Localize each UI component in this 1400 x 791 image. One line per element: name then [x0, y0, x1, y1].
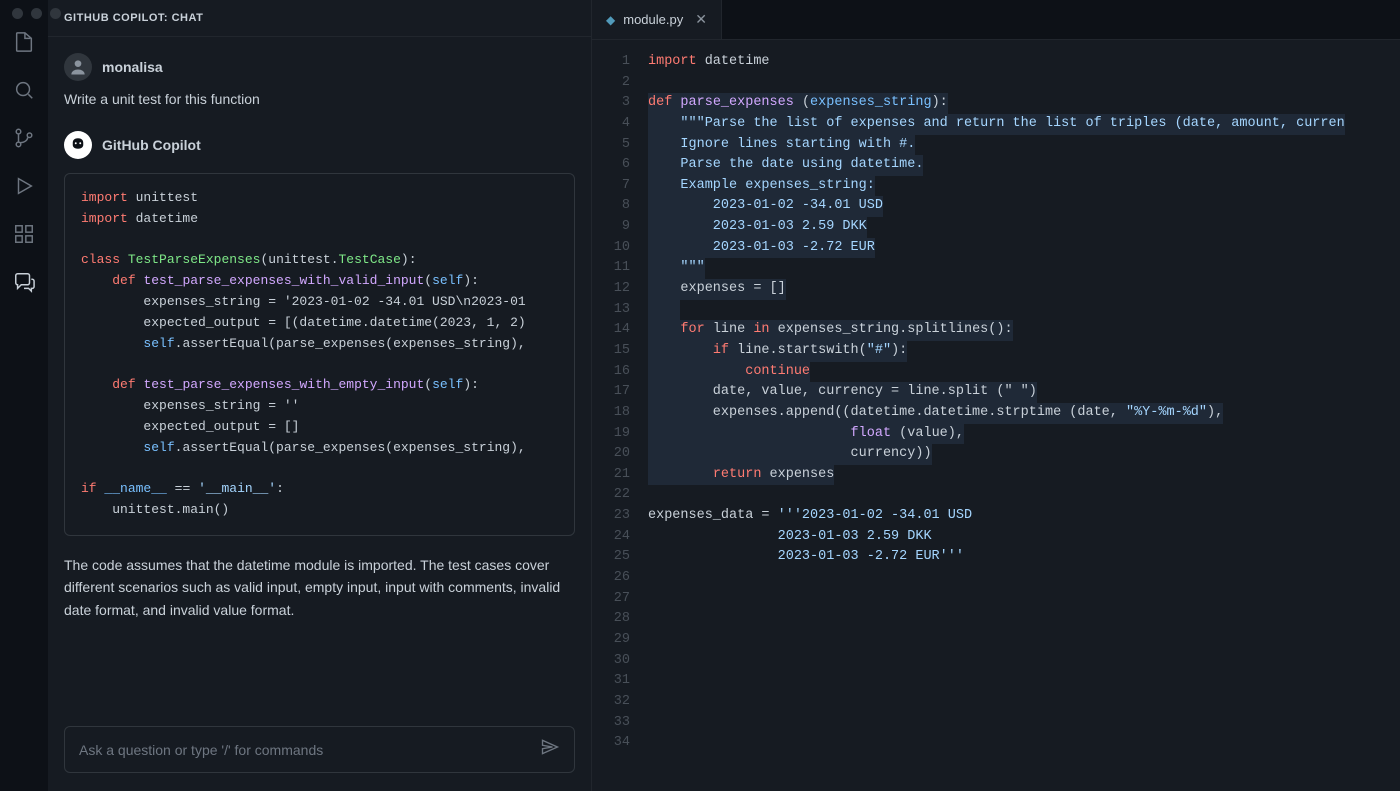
- user-name: monalisa: [102, 59, 163, 75]
- editor-area: ◆ module.py ✕ 1 2 3 4 5 6 7 8 9 10 11 12…: [592, 0, 1400, 791]
- activity-bar: [0, 0, 48, 791]
- files-icon[interactable]: [12, 30, 36, 54]
- source-control-icon[interactable]: [12, 126, 36, 150]
- tab-filename: module.py: [623, 12, 683, 27]
- extensions-icon[interactable]: [12, 222, 36, 246]
- code-content[interactable]: import datetime def parse_expenses (expe…: [648, 52, 1400, 791]
- copilot-avatar-icon: [64, 131, 92, 159]
- agent-explanation: The code assumes that the datetime modul…: [64, 554, 575, 621]
- agent-message-header: GitHub Copilot: [64, 131, 575, 159]
- chat-panel-title: GITHUB COPILOT: CHAT: [48, 0, 591, 37]
- line-gutter: 1 2 3 4 5 6 7 8 9 10 11 12 13 14 15 16 1…: [592, 52, 648, 791]
- agent-code-block[interactable]: import unittest import datetime class Te…: [64, 173, 575, 536]
- user-avatar-icon: [64, 53, 92, 81]
- chat-icon[interactable]: [12, 270, 36, 294]
- chat-input-area: [48, 714, 591, 791]
- close-icon[interactable]: ✕: [695, 11, 707, 28]
- python-file-icon: ◆: [606, 13, 615, 27]
- send-icon[interactable]: [540, 737, 560, 762]
- chat-messages: monalisa Write a unit test for this func…: [48, 37, 591, 714]
- user-message-text: Write a unit test for this function: [64, 91, 575, 107]
- editor-body[interactable]: 1 2 3 4 5 6 7 8 9 10 11 12 13 14 15 16 1…: [592, 40, 1400, 791]
- agent-name: GitHub Copilot: [102, 137, 201, 153]
- chat-input-container: [64, 726, 575, 773]
- tab-module-py[interactable]: ◆ module.py ✕: [592, 0, 722, 39]
- user-message-header: monalisa: [64, 53, 575, 81]
- run-icon[interactable]: [12, 174, 36, 198]
- search-icon[interactable]: [12, 78, 36, 102]
- chat-input[interactable]: [79, 742, 530, 758]
- window-controls: [12, 8, 61, 19]
- chat-panel: GITHUB COPILOT: CHAT monalisa Write a un…: [48, 0, 592, 791]
- tab-bar: ◆ module.py ✕: [592, 0, 1400, 40]
